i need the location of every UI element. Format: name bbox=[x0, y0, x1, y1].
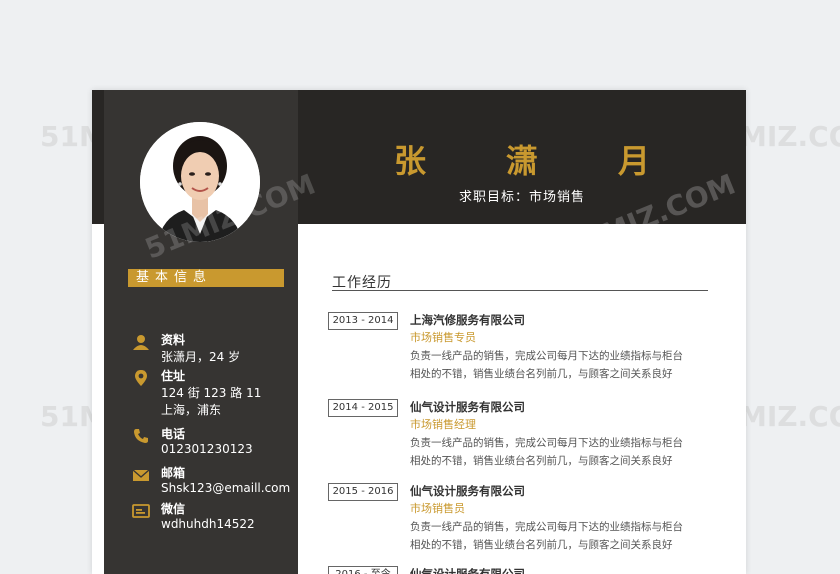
info-value: 上海，浦东 bbox=[161, 403, 222, 417]
job-description-line: 负责一线产品的销售，完成公司每月下达的业绩指标与柜台 bbox=[410, 350, 683, 362]
location-pin-icon bbox=[132, 369, 152, 387]
experience-heading: 工作经历 bbox=[332, 275, 392, 291]
job-description-line: 负责一线产品的销售，完成公司每月下达的业绩指标与柜台 bbox=[410, 437, 683, 449]
job-period: 2015 - 2016 bbox=[328, 483, 398, 501]
job-target: 求职目标：市场销售 bbox=[458, 190, 585, 205]
resume-page: 张 潇 月 求职目标：市场销售 基本信息 资料 张潇月，24 岁 住址 124 … bbox=[92, 90, 746, 574]
job-role: 市场销售员 bbox=[410, 502, 465, 515]
job-description: 负责一线产品的销售，完成公司每月下达的业绩指标与柜台 相处的不错，销售业绩台名列… bbox=[410, 434, 710, 470]
job-description-line: 相处的不错，销售业绩台名列前几，与顾客之间关系良好 bbox=[410, 368, 673, 380]
job-description-line: 相处的不错，销售业绩台名列前几，与顾客之间关系良好 bbox=[410, 539, 673, 551]
job-description: 负责一线产品的销售，完成公司每月下达的业绩指标与柜台 相处的不错，销售业绩台名列… bbox=[410, 518, 710, 554]
phone-icon bbox=[132, 427, 152, 445]
job-period: 2013 - 2014 bbox=[328, 312, 398, 330]
basic-info-heading: 基本信息 bbox=[128, 269, 284, 287]
job-company: 仙气设计服务有限公司 bbox=[410, 567, 525, 574]
info-value: 张潇月，24 岁 bbox=[161, 350, 241, 364]
job-period: 2014 - 2015 bbox=[328, 399, 398, 417]
info-value: Shsk123@emaill.com bbox=[161, 481, 291, 495]
job-period: 2016 - 至今 bbox=[328, 566, 398, 574]
mail-icon bbox=[132, 466, 152, 484]
job-company: 仙气设计服务有限公司 bbox=[410, 400, 525, 414]
job-description: 负责一线产品的销售，完成公司每月下达的业绩指标与柜台 相处的不错，销售业绩台名列… bbox=[410, 347, 710, 383]
job-description-line: 负责一线产品的销售，完成公司每月下达的业绩指标与柜台 bbox=[410, 521, 683, 533]
info-value: 124 街 123 路 11 bbox=[161, 386, 262, 400]
job-role: 市场销售专员 bbox=[410, 331, 476, 344]
job-description-line: 相处的不错，销售业绩台名列前几，与顾客之间关系良好 bbox=[410, 455, 673, 467]
chat-icon bbox=[132, 502, 152, 520]
job-company: 上海汽修服务有限公司 bbox=[410, 313, 525, 327]
info-label: 微信 bbox=[161, 502, 186, 516]
candidate-name: 张 潇 月 bbox=[393, 142, 674, 180]
person-icon bbox=[132, 333, 152, 351]
job-company: 仙气设计服务有限公司 bbox=[410, 484, 525, 498]
profile-photo bbox=[140, 122, 260, 242]
info-label: 住址 bbox=[161, 369, 186, 383]
info-label: 电话 bbox=[161, 427, 186, 441]
info-value: wdhuhdh14522 bbox=[161, 517, 255, 531]
job-role: 市场销售经理 bbox=[410, 418, 476, 431]
info-value: 012301230123 bbox=[161, 442, 253, 456]
info-label: 邮箱 bbox=[161, 466, 186, 480]
divider bbox=[332, 290, 708, 291]
info-label: 资料 bbox=[161, 333, 186, 347]
